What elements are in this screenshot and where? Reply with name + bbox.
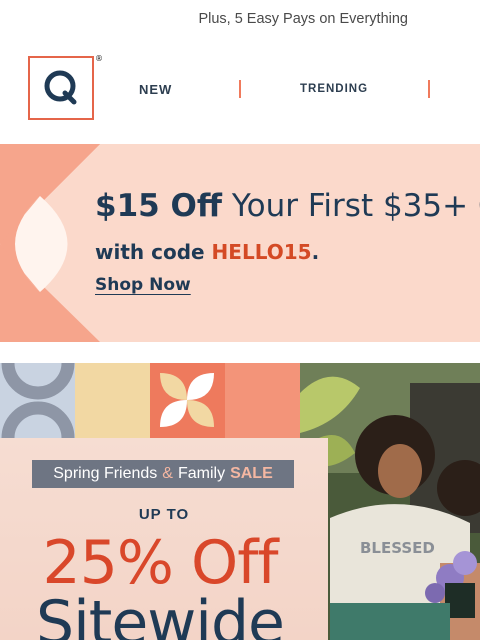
tag-left: Spring Friends (53, 465, 158, 482)
up-to-label: UP TO (138, 506, 190, 523)
promo-sub-prefix: with code (95, 240, 212, 264)
registered-mark: ® (95, 54, 103, 63)
q-logo-icon (44, 70, 77, 105)
promo-headline-rest: Your First $35+ Order (231, 188, 480, 224)
promo-code-line: with code HELLO15. (95, 240, 319, 264)
shop-now-link[interactable]: Shop Now (95, 275, 191, 295)
qvc-logo[interactable] (28, 56, 94, 120)
announcement-text: Plus, 5 Easy Pays on Everything (198, 11, 408, 27)
sale-panel: Spring Friends & Family SALE UP TO 25% Off … (0, 438, 328, 640)
tag-sale: SALE (230, 465, 273, 482)
promo-headline: $15 Off Your First $35+ Order (95, 188, 480, 224)
promo-code: HELLO15 (211, 240, 312, 264)
tag-amp: & (162, 465, 173, 482)
section-spacer (0, 342, 480, 363)
sale-hero[interactable]: BLESSED Spring Friends & Family SALE UP TO … (0, 363, 480, 640)
shirt-text: BLESSED (360, 539, 435, 557)
nav-trending[interactable]: TRENDING (300, 83, 368, 95)
site-header: ® NEW TRENDING (0, 38, 480, 144)
offer-scope: Sitewide (36, 588, 285, 640)
nav-divider (428, 80, 430, 98)
promo-banner[interactable]: $15 Off Your First $35+ Order with code … (0, 144, 480, 342)
announcement-bar: Plus, 5 Easy Pays on Everything (0, 0, 480, 38)
promo-sub-suffix: . (311, 240, 320, 264)
sale-tag: Spring Friends & Family SALE (32, 460, 294, 488)
nav-divider (239, 80, 241, 98)
nav-new[interactable]: NEW (139, 82, 172, 97)
promo-headline-bold: $15 Off (95, 188, 222, 224)
decorative-tiles (0, 363, 300, 438)
tag-mid: Family (177, 465, 226, 482)
